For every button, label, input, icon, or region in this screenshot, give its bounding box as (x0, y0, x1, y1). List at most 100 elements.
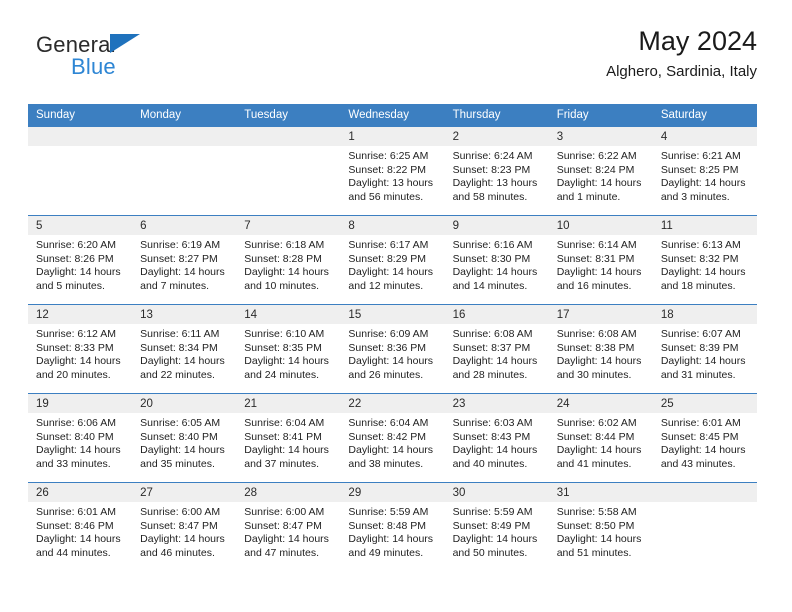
day-cell[interactable]: 31 Sunrise: 5:58 AM Sunset: 8:50 PM Dayl… (548, 483, 653, 571)
day-details: Sunrise: 6:01 AM Sunset: 8:46 PM Dayligh… (28, 502, 132, 560)
day-cell[interactable]: 4 Sunrise: 6:21 AM Sunset: 8:25 PM Dayli… (652, 127, 757, 215)
weekday-header-thursday: Thursday (452, 109, 501, 121)
day-details: Sunrise: 6:24 AM Sunset: 8:23 PM Dayligh… (445, 146, 549, 204)
sunrise-text: Sunrise: 6:16 AM (452, 239, 533, 251)
sunrise-text: Sunrise: 6:20 AM (36, 239, 116, 251)
day-number-band: 3 (548, 127, 653, 146)
logo-triangle-icon (110, 34, 140, 53)
day-cell[interactable] (236, 127, 341, 215)
day-number-band: 15 (340, 305, 445, 324)
day-cell[interactable] (652, 483, 757, 571)
day-cell[interactable]: 6 Sunrise: 6:19 AM Sunset: 8:27 PM Dayli… (132, 216, 237, 304)
day-cell[interactable]: 17 Sunrise: 6:08 AM Sunset: 8:38 PM Dayl… (548, 305, 653, 393)
day-number-band: 7 (236, 216, 341, 235)
day-cell[interactable]: 1 Sunrise: 6:25 AM Sunset: 8:22 PM Dayli… (340, 127, 445, 215)
sunset-text: Sunset: 8:39 PM (660, 341, 739, 354)
daylight-text-line2: and 1 minute. (556, 190, 621, 203)
sunrise-text: Sunrise: 6:19 AM (140, 239, 221, 251)
day-number: 30 (452, 487, 466, 499)
day-number: 10 (556, 220, 570, 232)
daylight-text-line2: and 28 minutes. (452, 368, 528, 381)
day-cell[interactable]: 21 Sunrise: 6:04 AM Sunset: 8:41 PM Dayl… (236, 394, 341, 482)
day-cell[interactable]: 9 Sunrise: 6:16 AM Sunset: 8:30 PM Dayli… (444, 216, 549, 304)
day-cell[interactable]: 2 Sunrise: 6:24 AM Sunset: 8:23 PM Dayli… (444, 127, 549, 215)
day-number-band: 13 (132, 305, 237, 324)
day-number-band (132, 127, 237, 146)
daylight-text-line2: and 40 minutes. (452, 457, 528, 470)
day-number-band: 20 (132, 394, 237, 413)
day-details: Sunrise: 6:09 AM Sunset: 8:36 PM Dayligh… (340, 324, 444, 382)
day-cell[interactable]: 30 Sunrise: 5:59 AM Sunset: 8:49 PM Dayl… (444, 483, 549, 571)
day-details: Sunrise: 5:59 AM Sunset: 8:49 PM Dayligh… (445, 502, 549, 560)
sunset-text: Sunset: 8:47 PM (140, 519, 218, 532)
day-cell[interactable]: 3 Sunrise: 6:22 AM Sunset: 8:24 PM Dayli… (548, 127, 653, 215)
day-cell[interactable]: 29 Sunrise: 5:59 AM Sunset: 8:48 PM Dayl… (340, 483, 445, 571)
day-number-band: 6 (132, 216, 237, 235)
day-number-band: 28 (236, 483, 341, 502)
day-cell[interactable]: 25 Sunrise: 6:01 AM Sunset: 8:45 PM Dayl… (652, 394, 757, 482)
day-cell[interactable] (28, 127, 133, 215)
sunset-text: Sunset: 8:50 PM (556, 519, 635, 532)
daylight-text-line1: Daylight: 14 hours (36, 355, 121, 368)
day-cell[interactable]: 19 Sunrise: 6:06 AM Sunset: 8:40 PM Dayl… (28, 394, 133, 482)
daylight-text-line1: Daylight: 14 hours (140, 444, 225, 457)
day-cell[interactable]: 5 Sunrise: 6:20 AM Sunset: 8:26 PM Dayli… (28, 216, 133, 304)
day-cell[interactable]: 11 Sunrise: 6:13 AM Sunset: 8:32 PM Dayl… (652, 216, 757, 304)
day-cell[interactable]: 8 Sunrise: 6:17 AM Sunset: 8:29 PM Dayli… (340, 216, 445, 304)
general-blue-logo[interactable]: General Blue (36, 32, 216, 88)
page-title: May 2024 (638, 26, 757, 56)
sunset-text: Sunset: 8:23 PM (452, 163, 531, 176)
day-cell[interactable]: 12 Sunrise: 6:12 AM Sunset: 8:33 PM Dayl… (28, 305, 133, 393)
sunrise-text: Sunrise: 6:02 AM (556, 417, 637, 429)
day-details: Sunrise: 6:12 AM Sunset: 8:33 PM Dayligh… (28, 324, 132, 382)
day-cell[interactable]: 7 Sunrise: 6:18 AM Sunset: 8:28 PM Dayli… (236, 216, 341, 304)
daylight-text-line1: Daylight: 14 hours (348, 266, 434, 279)
sunset-text: Sunset: 8:25 PM (660, 163, 739, 176)
day-cell[interactable]: 23 Sunrise: 6:03 AM Sunset: 8:43 PM Dayl… (444, 394, 549, 482)
sunset-text: Sunset: 8:36 PM (348, 341, 427, 354)
day-number: 21 (244, 398, 258, 410)
week-row: 19 Sunrise: 6:06 AM Sunset: 8:40 PM Dayl… (28, 393, 757, 482)
sunrise-text: Sunrise: 6:08 AM (452, 328, 533, 340)
day-number-band: 23 (444, 394, 549, 413)
day-number-band: 17 (548, 305, 653, 324)
day-details (132, 146, 236, 150)
daylight-text-line1: Daylight: 14 hours (140, 355, 225, 368)
day-cell[interactable]: 16 Sunrise: 6:08 AM Sunset: 8:37 PM Dayl… (444, 305, 549, 393)
day-number-band: 24 (548, 394, 653, 413)
day-cell[interactable]: 24 Sunrise: 6:02 AM Sunset: 8:44 PM Dayl… (548, 394, 653, 482)
day-cell[interactable] (132, 127, 237, 215)
sunrise-text: Sunrise: 6:00 AM (244, 506, 325, 518)
daylight-text-line1: Daylight: 14 hours (244, 355, 329, 368)
day-cell[interactable]: 14 Sunrise: 6:10 AM Sunset: 8:35 PM Dayl… (236, 305, 341, 393)
daylight-text-line2: and 43 minutes. (660, 457, 736, 470)
day-number: 8 (348, 220, 355, 232)
day-cell[interactable]: 10 Sunrise: 6:14 AM Sunset: 8:31 PM Dayl… (548, 216, 653, 304)
daylight-text-line1: Daylight: 13 hours (348, 177, 434, 190)
day-number: 16 (452, 309, 466, 321)
sunrise-text: Sunrise: 6:14 AM (556, 239, 637, 251)
day-number: 25 (660, 398, 674, 410)
day-cell[interactable]: 13 Sunrise: 6:11 AM Sunset: 8:34 PM Dayl… (132, 305, 237, 393)
sunset-text: Sunset: 8:43 PM (452, 430, 531, 443)
day-cell[interactable]: 20 Sunrise: 6:05 AM Sunset: 8:40 PM Dayl… (132, 394, 237, 482)
daylight-text-line1: Daylight: 14 hours (36, 533, 121, 546)
weekday-header-saturday: Saturday (660, 109, 707, 121)
day-cell[interactable]: 26 Sunrise: 6:01 AM Sunset: 8:46 PM Dayl… (28, 483, 133, 571)
daylight-text-line2: and 18 minutes. (660, 279, 736, 292)
sunset-text: Sunset: 8:30 PM (452, 252, 531, 265)
day-number: 22 (348, 398, 362, 410)
day-details: Sunrise: 6:07 AM Sunset: 8:39 PM Dayligh… (653, 324, 757, 382)
day-number-band: 12 (28, 305, 133, 324)
day-cell[interactable]: 28 Sunrise: 6:00 AM Sunset: 8:47 PM Dayl… (236, 483, 341, 571)
daylight-text-line2: and 5 minutes. (36, 279, 105, 292)
day-cell[interactable]: 27 Sunrise: 6:00 AM Sunset: 8:47 PM Dayl… (132, 483, 237, 571)
day-number-band: 27 (132, 483, 237, 502)
day-details: Sunrise: 6:14 AM Sunset: 8:31 PM Dayligh… (549, 235, 653, 293)
day-cell[interactable]: 15 Sunrise: 6:09 AM Sunset: 8:36 PM Dayl… (340, 305, 445, 393)
sunset-text: Sunset: 8:44 PM (556, 430, 635, 443)
day-details: Sunrise: 6:17 AM Sunset: 8:29 PM Dayligh… (340, 235, 444, 293)
day-cell[interactable]: 22 Sunrise: 6:04 AM Sunset: 8:42 PM Dayl… (340, 394, 445, 482)
day-cell[interactable]: 18 Sunrise: 6:07 AM Sunset: 8:39 PM Dayl… (652, 305, 757, 393)
daylight-text-line1: Daylight: 14 hours (36, 444, 121, 457)
